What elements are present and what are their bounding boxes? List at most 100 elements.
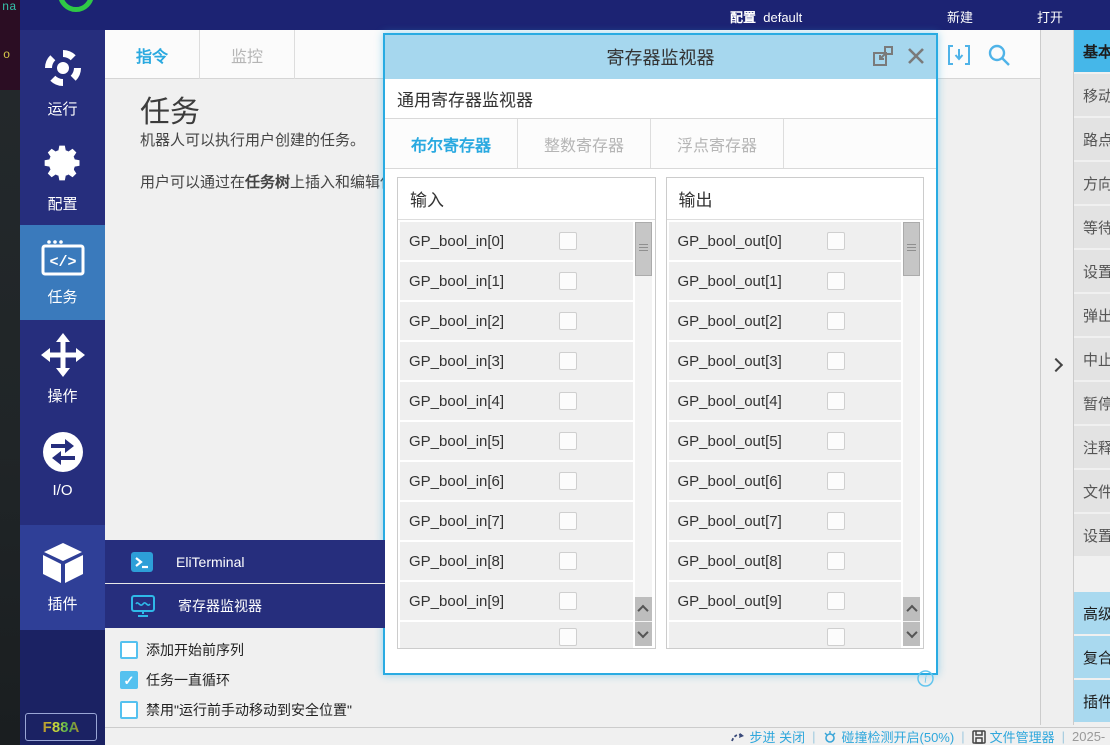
register-checkbox[interactable] [559,312,577,330]
option-checkbox[interactable] [120,701,138,719]
register-checkbox[interactable] [827,512,845,530]
terminal-icon [130,551,154,573]
sidebar-item-io[interactable]: I/O [20,417,105,512]
register-tab[interactable]: 布尔寄存器 [385,119,518,168]
instruction-button[interactable]: 中止 [1074,338,1110,380]
sidebar-item-config[interactable]: 配置 [20,130,105,225]
instruction-category-button[interactable]: 高级 [1074,592,1110,634]
sidebar-item-plugin[interactable]: 插件 [20,525,105,630]
register-checkbox[interactable] [827,432,845,450]
register-checkbox[interactable] [559,352,577,370]
register-checkbox[interactable] [559,628,577,646]
instruction-button[interactable]: 等待 [1074,206,1110,248]
close-icon[interactable] [906,46,926,66]
scroll-up-button[interactable] [903,597,920,621]
dialog-header[interactable]: 寄存器监视器 [385,35,936,79]
register-checkbox[interactable] [827,472,845,490]
register-name: GP_bool_in[7] [400,513,504,530]
register-checkbox[interactable] [559,432,577,450]
register-checkbox[interactable] [827,592,845,610]
scroll-down-button[interactable] [635,622,652,646]
search-icon[interactable] [986,42,1012,68]
scrollbar-thumb[interactable] [903,222,920,276]
menu-item-label: EliTerminal [176,554,244,570]
open-button[interactable]: 打开 [1037,7,1063,26]
menu-item-register-monitor[interactable]: 寄存器监视器 [105,584,385,628]
register-checkbox[interactable] [559,272,577,290]
instruction-button[interactable]: 注释 [1074,426,1110,468]
step-mode-status[interactable]: 步进 关闭 [731,727,806,745]
register-tab[interactable]: 浮点寄存器 [651,119,784,168]
register-name: GP_bool_in[8] [400,553,504,570]
register-checkbox[interactable] [827,232,845,250]
sidebar-item-label: 配置 [47,193,77,214]
register-checkbox[interactable] [559,592,577,610]
register-row: GP_bool_in[4] [400,382,633,420]
sidebar-item-task[interactable]: </> 任务 [20,225,105,320]
sidebar-item-label: I/O [52,482,72,499]
popout-icon[interactable] [872,45,894,67]
option-checkbox[interactable] [120,641,138,659]
instruction-button[interactable]: 文件 [1074,470,1110,512]
register-row: GP_bool_in[2] [400,302,633,340]
io-icon [41,430,85,474]
register-name: GP_bool_in[6] [400,473,504,490]
instruction-button[interactable]: 移动 [1074,74,1110,116]
scroll-down-button[interactable] [903,622,920,646]
register-name: GP_bool_out[8] [669,553,782,570]
option-label: 任务一直循环 [146,670,230,690]
sidebar-item-operate[interactable]: 操作 [20,322,105,417]
instruction-button[interactable]: 弹出 [1074,294,1110,336]
dialog-subtitle: 通用寄存器监视器 [385,79,936,119]
register-row: GP_bool_out[3] [669,342,902,380]
register-checkbox[interactable] [827,628,845,646]
file-manager-link[interactable]: 文件管理器 [972,727,1055,745]
register-checkbox[interactable] [827,552,845,570]
register-checkbox[interactable] [559,232,577,250]
register-row: GP_bool_in[1] [400,262,633,300]
register-checkbox[interactable] [559,392,577,410]
instruction-category-button[interactable]: 复合 [1074,636,1110,678]
register-row: GP_bool_out[1] [669,262,902,300]
sidebar-item-label: 运行 [47,98,77,119]
register-checkbox[interactable] [827,272,845,290]
new-button[interactable]: 新建 [947,7,973,26]
instruction-button[interactable]: 设置 [1074,514,1110,556]
register-checkbox[interactable] [559,552,577,570]
insert-variable-icon[interactable] [946,42,972,68]
option-label: 禁用"运行前手动移动到安全位置" [146,700,352,720]
info-icon[interactable]: i [917,670,934,687]
instruction-category-button[interactable]: 插件 [1074,680,1110,722]
status-badge[interactable]: F88A [25,713,97,741]
register-tab[interactable]: 整数寄存器 [518,119,651,168]
register-checkbox[interactable] [559,512,577,530]
register-row: GP_bool_out[6] [669,462,902,500]
register-checkbox[interactable] [827,312,845,330]
instruction-button[interactable]: 基本 [1074,30,1110,72]
register-checkbox[interactable] [827,392,845,410]
run-icon [41,46,85,90]
tab-command[interactable]: 指令 [105,30,200,79]
scrollbar-thumb[interactable] [635,222,652,276]
sidebar-item-label: 任务 [47,286,77,307]
tab-monitor[interactable]: 监控 [200,30,295,79]
sidebar-item-label: 操作 [47,385,77,406]
instruction-button[interactable]: 方向 [1074,162,1110,204]
config-value: default [763,10,802,25]
scroll-up-button[interactable] [635,597,652,621]
menu-item-eliterminal[interactable]: EliTerminal [105,540,385,584]
register-name: GP_bool_in[9] [400,593,504,610]
option-checkbox[interactable] [120,671,138,689]
chevron-right-icon[interactable] [1049,358,1063,372]
scrollbar[interactable] [635,222,652,646]
register-checkbox[interactable] [827,352,845,370]
scrollbar[interactable] [903,222,920,646]
sidebar-item-run[interactable]: 运行 [20,35,105,130]
register-name: GP_bool_in[1] [400,273,504,290]
instruction-button[interactable]: 路点 [1074,118,1110,160]
register-checkbox[interactable] [559,472,577,490]
instruction-button[interactable]: 设置 [1074,250,1110,292]
collision-detection-status[interactable]: 碰撞检测开启(50%) [823,727,955,745]
instruction-button[interactable]: 暂停 [1074,382,1110,424]
robot-status-icon [58,0,94,12]
